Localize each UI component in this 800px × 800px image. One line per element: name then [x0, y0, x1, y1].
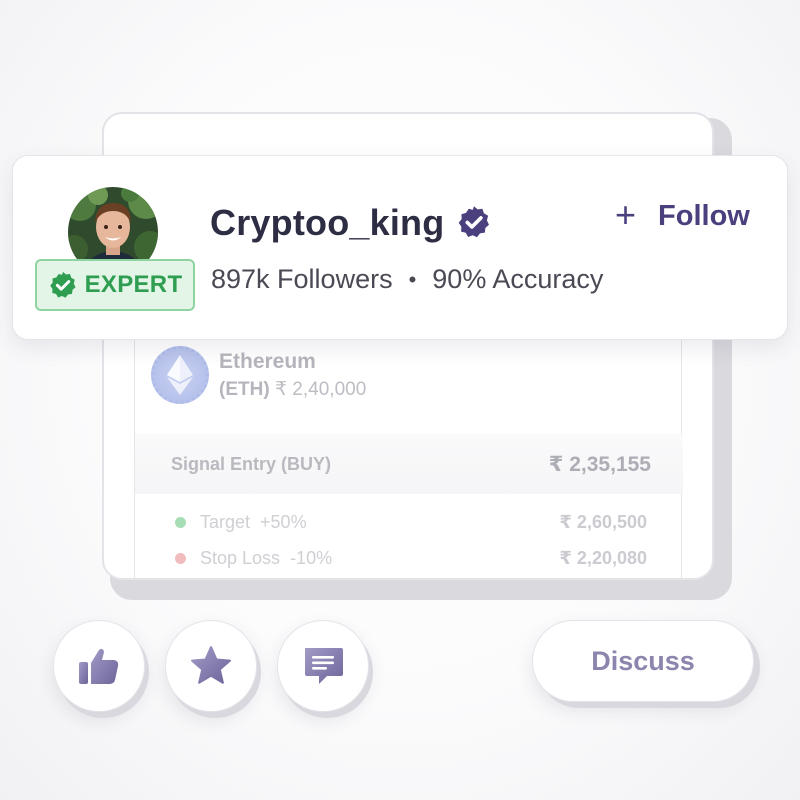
discuss-label: Discuss — [591, 645, 695, 676]
profile-stats: 897k Followers • 90% Accuracy — [211, 264, 603, 295]
favorite-button[interactable] — [165, 620, 257, 712]
stop-loss-pct: -10% — [290, 547, 333, 568]
expert-badge-label: EXPERT — [84, 271, 183, 298]
verified-check-icon — [49, 271, 76, 298]
plus-icon: + — [615, 193, 637, 235]
target-pct: +50% — [260, 511, 307, 532]
coin-price: ₹ 2,40,000 — [274, 378, 367, 400]
coin-info: Ethereum (ETH) ₹ 2,40,000 — [219, 350, 366, 401]
target-value: ₹ 2,60,500 — [559, 511, 647, 532]
discuss-button[interactable]: Discuss — [532, 620, 754, 702]
follow-button[interactable]: + Follow — [615, 193, 750, 235]
coin-ticker: (ETH) — [219, 378, 270, 400]
thumbs-up-icon — [79, 648, 119, 684]
comment-icon — [305, 648, 343, 684]
stop-loss-value: ₹ 2,20,080 — [559, 547, 647, 568]
target-dot — [175, 516, 186, 528]
stats-separator: • — [408, 266, 417, 292]
profile-card: EXPERT Cryptoo_king 897k Followers • 90%… — [12, 155, 788, 340]
username-row: Cryptoo_king — [210, 200, 492, 245]
coin-name: Ethereum — [219, 349, 316, 373]
username[interactable]: Cryptoo_king — [210, 202, 444, 244]
signal-entry-value: ₹ 2,35,155 — [548, 452, 651, 476]
stop-loss-row: Stop Loss -10% ₹ 2,20,080 — [135, 543, 683, 573]
signal-entry-row: Signal Entry (BUY) ₹ 2,35,155 — [135, 434, 683, 494]
comment-button[interactable] — [277, 620, 369, 712]
stop-loss-dot — [175, 552, 186, 564]
target-label: Target — [200, 511, 251, 532]
verified-icon — [456, 204, 492, 245]
follow-label: Follow — [658, 200, 750, 232]
star-icon — [191, 646, 231, 684]
ethereum-icon — [151, 346, 209, 404]
stop-loss-label: Stop Loss — [200, 547, 281, 568]
target-row: Target +50% ₹ 2,60,500 — [135, 507, 683, 537]
like-button[interactable] — [53, 620, 145, 712]
accuracy-stat: 90% Accuracy — [432, 264, 604, 294]
coin-price-line: (ETH) ₹ 2,40,000 — [219, 378, 366, 401]
coin-row: Ethereum (ETH) ₹ 2,40,000 — [151, 346, 366, 404]
followers-count: 897k Followers — [211, 264, 393, 294]
signal-entry-label: Signal Entry (BUY) — [171, 453, 332, 474]
expert-badge: EXPERT — [35, 259, 195, 311]
